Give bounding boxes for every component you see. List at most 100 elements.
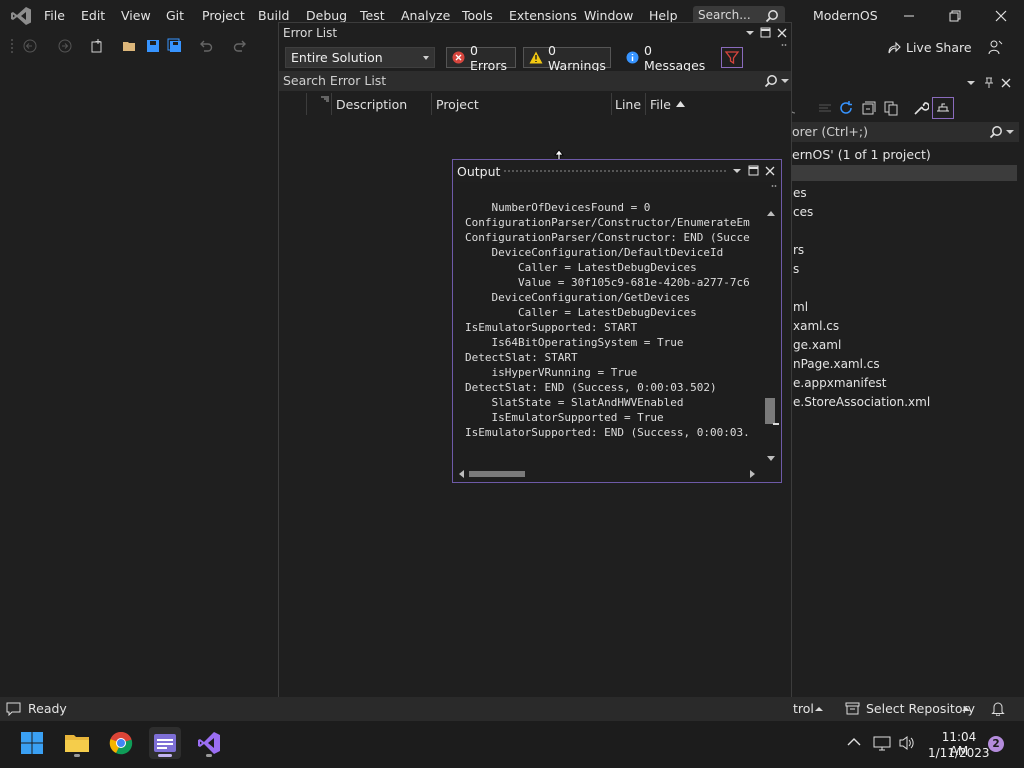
scope-dropdown[interactable]: Entire Solution	[285, 47, 435, 68]
tree-item[interactable]: ces	[793, 205, 813, 219]
files-app-taskbar-button[interactable]	[149, 727, 181, 759]
warnings-filter-button[interactable]: 0 Warnings	[523, 43, 611, 73]
source-control-button[interactable]: trol	[793, 701, 814, 716]
errors-filter-button[interactable]: 0 Errors	[446, 43, 516, 73]
output-line: IsEmulatorSupported = True	[465, 411, 664, 424]
vertical-scrollbar[interactable]	[763, 208, 779, 464]
output-line: ConfigurationParser/Constructor/Enumerat…	[465, 216, 750, 229]
taskbar-date[interactable]: 1/11/2023	[928, 746, 990, 760]
open-folder-icon[interactable]	[122, 38, 138, 54]
horizontal-scrollbar[interactable]	[457, 466, 763, 482]
show-all-files-icon[interactable]	[883, 100, 899, 116]
menu-debug[interactable]: Debug	[306, 8, 347, 23]
dropdown-arrow-icon[interactable]	[732, 167, 742, 175]
preview-selected-items-icon[interactable]	[932, 97, 954, 119]
selected-tree-row[interactable]	[792, 165, 1017, 181]
repository-icon	[845, 701, 860, 716]
navigate-back-icon[interactable]	[22, 38, 38, 54]
undo-icon[interactable]	[198, 38, 214, 54]
notification-count-badge[interactable]: 2	[988, 736, 1004, 752]
error-list-search[interactable]: Search Error List	[279, 71, 791, 91]
column-header-description[interactable]: Description	[336, 97, 407, 112]
menu-tools[interactable]: Tools	[462, 8, 493, 23]
menu-help[interactable]: Help	[649, 8, 678, 23]
pin-icon[interactable]	[983, 77, 995, 89]
pending-changes-icon[interactable]	[818, 101, 832, 115]
tree-item[interactable]: ml	[793, 300, 808, 314]
dropdown-arrow-icon[interactable]	[966, 79, 976, 87]
search-icon	[765, 9, 779, 23]
close-window-icon[interactable]	[993, 8, 1009, 24]
save-icon[interactable]	[145, 38, 161, 54]
new-project-icon[interactable]	[89, 38, 105, 54]
info-icon	[626, 51, 639, 64]
restore-icon[interactable]	[947, 8, 963, 24]
search-icon	[989, 125, 1003, 139]
errors-filter-label: 0 Errors	[470, 42, 507, 73]
menu-build[interactable]: Build	[258, 8, 289, 23]
volume-icon[interactable]	[898, 735, 916, 751]
status-bar: Ready trol Select Repository	[0, 697, 1024, 721]
collapse-all-icon[interactable]	[861, 100, 877, 116]
editor-background	[0, 62, 278, 696]
messages-filter-button[interactable]: 0 Messages	[621, 43, 713, 73]
navigate-forward-icon[interactable]	[57, 38, 73, 54]
column-header-project[interactable]: Project	[436, 97, 479, 112]
close-icon[interactable]	[776, 27, 788, 39]
menu-file[interactable]: File	[44, 8, 65, 23]
folder-icon	[64, 732, 90, 754]
maximize-icon[interactable]	[748, 165, 759, 176]
error-list-header-row: Description Project Line File	[279, 93, 791, 115]
output-titlebar[interactable]: Output	[453, 160, 781, 182]
column-header-line[interactable]: Line	[615, 97, 641, 112]
tree-item[interactable]: ge.xaml	[793, 338, 841, 352]
network-icon[interactable]	[873, 735, 891, 751]
redo-icon[interactable]	[232, 38, 248, 54]
menu-git[interactable]: Git	[166, 8, 184, 23]
tree-item[interactable]: rs	[793, 243, 804, 257]
chevron-down-icon[interactable]	[1006, 129, 1014, 135]
column-header-file[interactable]: File	[650, 97, 671, 112]
menu-window[interactable]: Window	[584, 8, 633, 23]
tree-item[interactable]: e.appxmanifest	[793, 376, 886, 390]
chevron-down-icon[interactable]	[781, 78, 789, 84]
chrome-taskbar-button[interactable]	[105, 727, 137, 759]
minimize-icon[interactable]	[901, 8, 917, 24]
maximize-icon[interactable]	[760, 27, 771, 38]
menu-edit[interactable]: Edit	[81, 8, 105, 23]
tree-item[interactable]: e.StoreAssociation.xml	[793, 395, 930, 409]
close-icon[interactable]	[764, 165, 776, 177]
error-list-titlebar[interactable]: Error List	[279, 23, 791, 43]
output-text-area[interactable]: NumberOfDevicesFound = 0 ConfigurationPar…	[465, 200, 763, 456]
properties-wrench-icon[interactable]	[913, 100, 929, 116]
files-app-icon	[153, 732, 177, 754]
menu-view[interactable]: View	[121, 8, 151, 23]
tree-item[interactable]: nPage.xaml.cs	[793, 357, 880, 371]
menu-test[interactable]: Test	[360, 8, 385, 23]
tree-item[interactable]: s	[793, 262, 799, 276]
menu-analyze[interactable]: Analyze	[401, 8, 450, 23]
solution-explorer-search[interactable]: orer (Ctrl+;)	[792, 122, 1019, 142]
column-chooser-icon[interactable]	[321, 96, 329, 104]
file-explorer-taskbar-button[interactable]	[61, 727, 93, 759]
notifications-bell-icon[interactable]	[991, 701, 1005, 716]
feedback-person-icon[interactable]	[987, 39, 1003, 55]
menu-project[interactable]: Project	[202, 8, 245, 23]
drag-grip[interactable]	[503, 169, 727, 174]
menu-extensions[interactable]: Extensions	[509, 8, 577, 23]
save-all-icon[interactable]	[167, 38, 183, 54]
refresh-icon[interactable]	[838, 100, 854, 116]
close-pane-icon[interactable]	[1000, 77, 1012, 89]
visual-studio-logo-icon[interactable]	[10, 6, 32, 26]
live-share-button[interactable]: Live Share	[887, 40, 972, 55]
select-repository-button[interactable]: Select Repository	[866, 701, 975, 716]
tree-item[interactable]: es	[793, 186, 807, 200]
show-hidden-icons-chevron-icon[interactable]	[847, 737, 861, 747]
solution-summary[interactable]: ernOS' (1 of 1 project)	[792, 147, 931, 162]
tree-item[interactable]: xaml.cs	[793, 319, 839, 333]
chevron-down-icon	[423, 56, 429, 60]
filter-icon[interactable]	[721, 47, 743, 68]
start-button[interactable]	[16, 727, 48, 759]
visual-studio-taskbar-button[interactable]	[193, 727, 225, 759]
dropdown-arrow-icon[interactable]	[745, 29, 755, 37]
